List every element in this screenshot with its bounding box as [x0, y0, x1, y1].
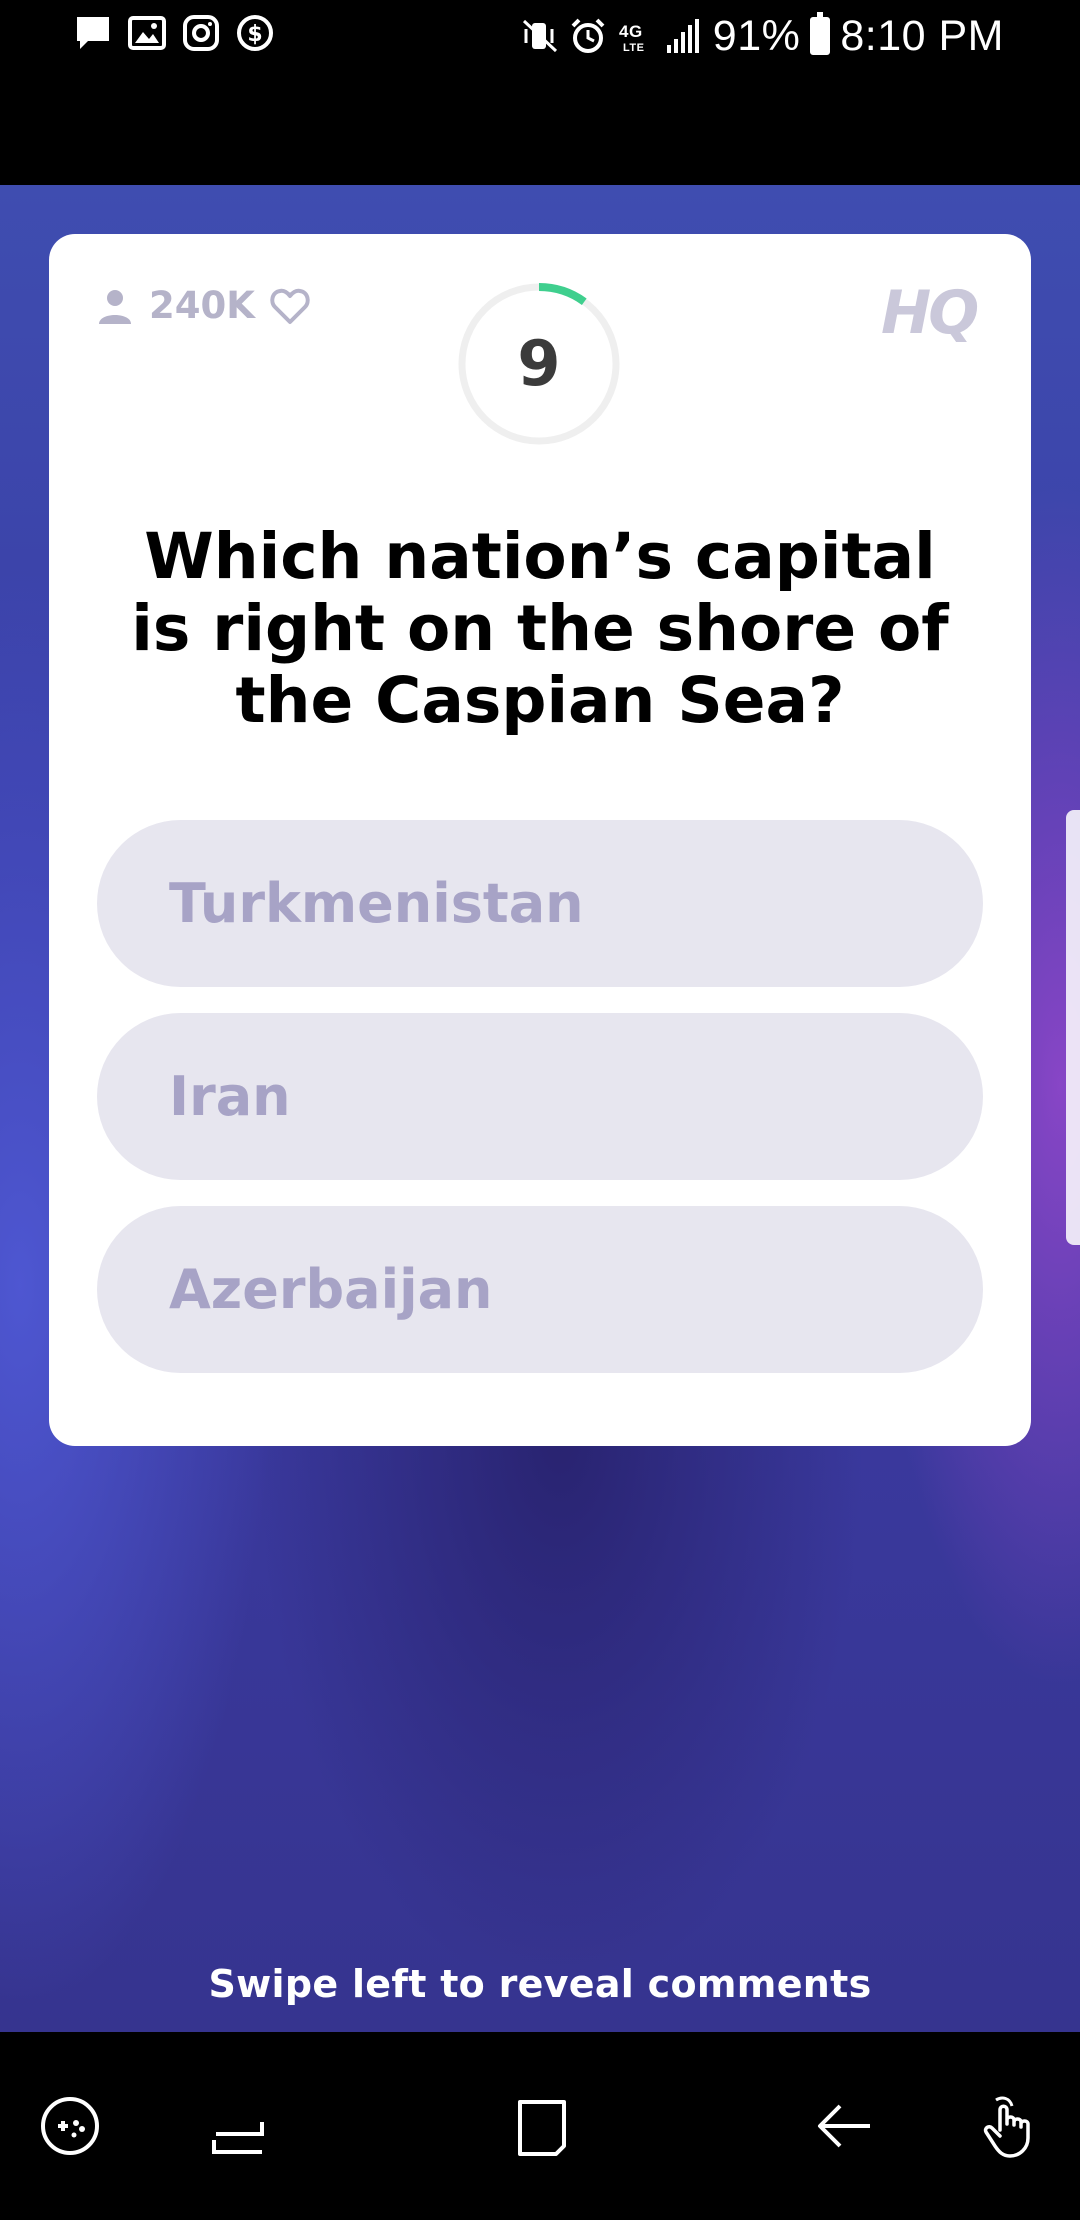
image-icon — [128, 16, 166, 50]
back-icon — [818, 2104, 870, 2148]
game-tools-button[interactable] — [28, 2084, 112, 2168]
hq-logo: HQ — [881, 278, 979, 348]
gesture-button[interactable] — [966, 2084, 1050, 2168]
back-button[interactable] — [802, 2084, 886, 2168]
viewer-count: 240K — [95, 284, 311, 327]
instagram-icon — [183, 15, 219, 51]
signal-icon — [666, 19, 699, 53]
recent-apps-icon — [212, 2122, 264, 2154]
swipe-hint: Swipe left to reveal comments — [208, 1962, 872, 2006]
notification-icons: $ — [74, 14, 274, 52]
comments-drawer-handle[interactable] — [1066, 810, 1080, 1245]
battery-icon — [810, 12, 831, 55]
question-card: 240K 9 HQ Which nation’s capital is righ… — [49, 234, 1031, 1446]
svg-text:LTE: LTE — [623, 42, 644, 54]
answer-option-1[interactable]: Turkmenistan — [97, 820, 983, 987]
recent-apps-button[interactable] — [196, 2084, 280, 2168]
battery-percent: 91% — [712, 12, 801, 60]
vibrate-mute-icon — [522, 19, 557, 53]
svg-text:$: $ — [247, 22, 262, 47]
system-indicators: 4G LTE 91% 8:10 PM — [521, 8, 1004, 64]
lte-icon: 4G LTE — [619, 22, 644, 54]
timer-value: 9 — [517, 327, 561, 400]
gesture-icon — [983, 2096, 1030, 2158]
question-text: Which nation’s capital is right on the s… — [131, 520, 949, 737]
countdown-timer: 9 — [457, 282, 621, 446]
person-icon — [99, 289, 131, 324]
answer-option-2[interactable]: Iran — [97, 1013, 983, 1180]
game-tools-icon — [41, 2097, 99, 2155]
status-bar: $ 4G LTE 91% 8:10 PM — [0, 0, 1080, 72]
heart-icon[interactable] — [269, 286, 311, 326]
dollar-sync-icon: $ — [237, 15, 273, 51]
home-button[interactable] — [500, 2084, 584, 2168]
navigation-bar — [0, 2032, 1080, 2220]
clock: 8:10 PM — [840, 12, 1004, 60]
home-icon — [518, 2100, 566, 2156]
answer-option-3[interactable]: Azerbaijan — [97, 1206, 983, 1373]
svg-text:4G: 4G — [619, 22, 643, 41]
alarm-icon — [571, 18, 605, 53]
viewer-count-label: 240K — [149, 284, 255, 327]
phone-screen: $ 4G LTE 91% 8:10 PM 240K 9 HQ Which nat… — [0, 0, 1080, 2220]
message-icon — [77, 17, 109, 49]
